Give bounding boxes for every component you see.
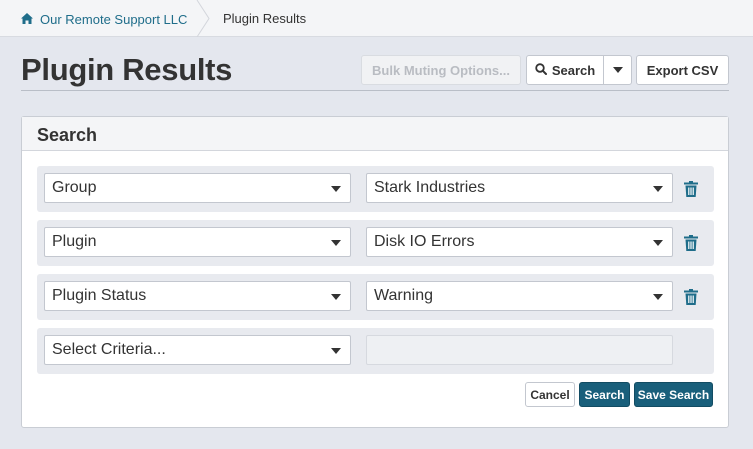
criteria-select[interactable]: Plugin Status xyxy=(44,281,351,311)
search-panel-title: Search xyxy=(37,125,98,145)
caret-down-icon xyxy=(331,294,341,300)
caret-down-icon xyxy=(653,240,663,246)
run-search-button-label: Search xyxy=(584,387,625,402)
value-select-value: Disk IO Errors xyxy=(374,233,475,250)
search-options-dropdown[interactable] xyxy=(603,55,632,85)
cancel-button[interactable]: Cancel xyxy=(525,382,575,407)
trash-icon[interactable] xyxy=(684,289,698,305)
trash-icon[interactable] xyxy=(684,181,698,197)
trash-icon[interactable] xyxy=(684,235,698,251)
new-criteria-placeholder: Select Criteria... xyxy=(52,341,166,358)
caret-down-icon xyxy=(653,294,663,300)
breadcrumb-separator xyxy=(196,0,210,37)
value-select[interactable]: Warning xyxy=(366,281,673,311)
search-button[interactable]: Search xyxy=(526,55,604,85)
save-search-button-label: Save Search xyxy=(637,387,710,402)
criteria-select-value: Plugin xyxy=(52,233,97,250)
page-title: Plugin Results xyxy=(21,52,233,87)
caret-down-icon xyxy=(331,348,341,354)
criteria-row: Plugin Status Warning xyxy=(37,274,714,320)
search-icon xyxy=(535,62,547,78)
search-button-label: Search xyxy=(551,62,596,78)
search-panel-header: Search xyxy=(22,117,728,151)
criteria-row: Group Stark Industries xyxy=(37,166,714,212)
value-select[interactable]: Disk IO Errors xyxy=(366,227,673,257)
new-criteria-select[interactable]: Select Criteria... xyxy=(44,335,351,365)
criteria-select-value: Group xyxy=(52,179,97,196)
export-csv-label: Export CSV xyxy=(646,62,719,78)
value-select[interactable]: Stark Industries xyxy=(366,173,673,203)
save-search-button[interactable]: Save Search xyxy=(634,382,713,407)
run-search-button[interactable]: Search xyxy=(579,382,630,407)
value-select-value: Warning xyxy=(374,287,433,304)
export-csv-button[interactable]: Export CSV xyxy=(636,55,729,85)
cancel-button-label: Cancel xyxy=(530,387,570,402)
criteria-select[interactable]: Group xyxy=(44,173,351,203)
bulk-muting-options-label: Bulk Muting Options... xyxy=(372,62,510,78)
breadcrumb-home-label: Our Remote Support LLC xyxy=(40,11,188,27)
criteria-select[interactable]: Plugin xyxy=(44,227,351,257)
criteria-select-value: Plugin Status xyxy=(52,287,147,304)
home-icon xyxy=(21,12,33,27)
breadcrumb: Our Remote Support LLC Plugin Results xyxy=(0,0,753,37)
caret-down-icon xyxy=(612,67,623,73)
breadcrumb-home-link[interactable]: Our Remote Support LLC xyxy=(21,11,187,27)
title-divider xyxy=(21,90,729,91)
new-criteria-value-field xyxy=(366,335,673,365)
value-select-value: Stark Industries xyxy=(374,179,486,196)
criteria-row: Plugin Disk IO Errors xyxy=(37,220,714,266)
new-criteria-row: Select Criteria... xyxy=(37,328,714,374)
caret-down-icon xyxy=(331,240,341,246)
caret-down-icon xyxy=(331,186,341,192)
caret-down-icon xyxy=(653,186,663,192)
bulk-muting-options-button[interactable]: Bulk Muting Options... xyxy=(361,55,521,85)
breadcrumb-current: Plugin Results xyxy=(223,11,307,26)
